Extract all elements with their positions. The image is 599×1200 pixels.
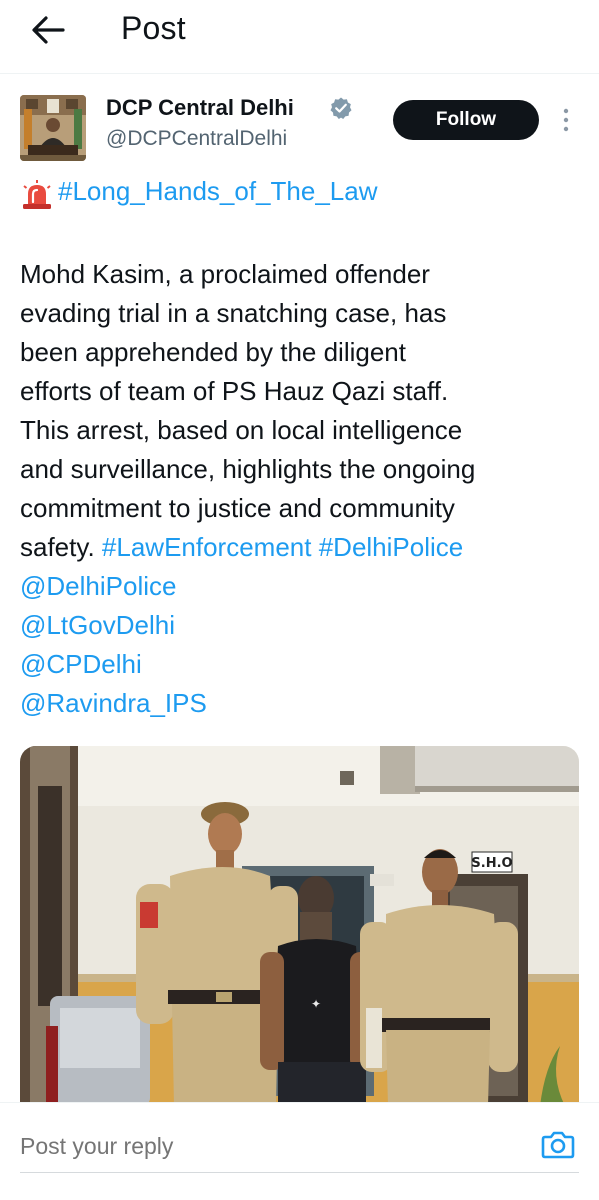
post-photo[interactable]: S.H.O ✦ xyxy=(20,746,579,1106)
top-bar: Post xyxy=(0,0,599,72)
verified-badge-icon xyxy=(330,97,352,119)
mention-link-cpdelhi[interactable]: @CPDelhi xyxy=(20,645,590,684)
author-handle[interactable]: @DCPCentralDelhi xyxy=(106,127,287,151)
follow-button[interactable]: Follow xyxy=(393,100,539,140)
post-text-line: evading trial in a snatching case, has xyxy=(20,298,447,328)
sign-text: S.H.O xyxy=(471,856,512,871)
mention-link-ltgovdelhi[interactable]: @LtGovDelhi xyxy=(20,606,590,645)
avatar[interactable] xyxy=(20,95,86,161)
hashtag-link-lawenforcement[interactable]: #LawEnforcement xyxy=(102,532,312,562)
post-text-line-last: safety. #LawEnforcement #DelhiPolice xyxy=(20,528,590,567)
mention-link-ravindra-ips[interactable]: @Ravindra_IPS xyxy=(20,684,590,723)
svg-text:✦: ✦ xyxy=(311,997,321,1011)
post-text-line: Mohd Kasim, a proclaimed offender xyxy=(20,259,430,289)
camera-icon[interactable] xyxy=(541,1129,575,1159)
mention-link-delhipolice[interactable]: @DelhiPolice xyxy=(20,567,590,606)
post-text-line: efforts of team of PS Hauz Qazi staff. xyxy=(20,376,449,406)
header-divider xyxy=(0,73,599,74)
page-title: Post xyxy=(121,10,186,46)
arrow-left-icon[interactable] xyxy=(30,14,66,46)
police-siren-icon xyxy=(23,180,51,209)
hashtag-headline-link[interactable]: #Long_Hands_of_The_Law xyxy=(58,176,377,207)
hashtag-link-delhipolice[interactable]: #DelhiPolice xyxy=(319,532,464,562)
author-name[interactable]: DCP Central Delhi xyxy=(106,95,294,121)
post-text-line: been apprehended by the diligent xyxy=(20,337,406,367)
post-text-line: commitment to justice and community xyxy=(20,493,455,523)
reply-underline xyxy=(20,1172,579,1173)
post-text: Mohd Kasim, a proclaimed offender evadin… xyxy=(20,255,590,723)
post-text-fragment: safety. xyxy=(20,532,95,562)
reply-input[interactable] xyxy=(20,1128,520,1164)
post-text-line: and surveillance, highlights the ongoing xyxy=(20,454,476,484)
more-vertical-icon[interactable] xyxy=(559,106,573,134)
post-text-line: This arrest, based on local intelligence xyxy=(20,415,463,445)
